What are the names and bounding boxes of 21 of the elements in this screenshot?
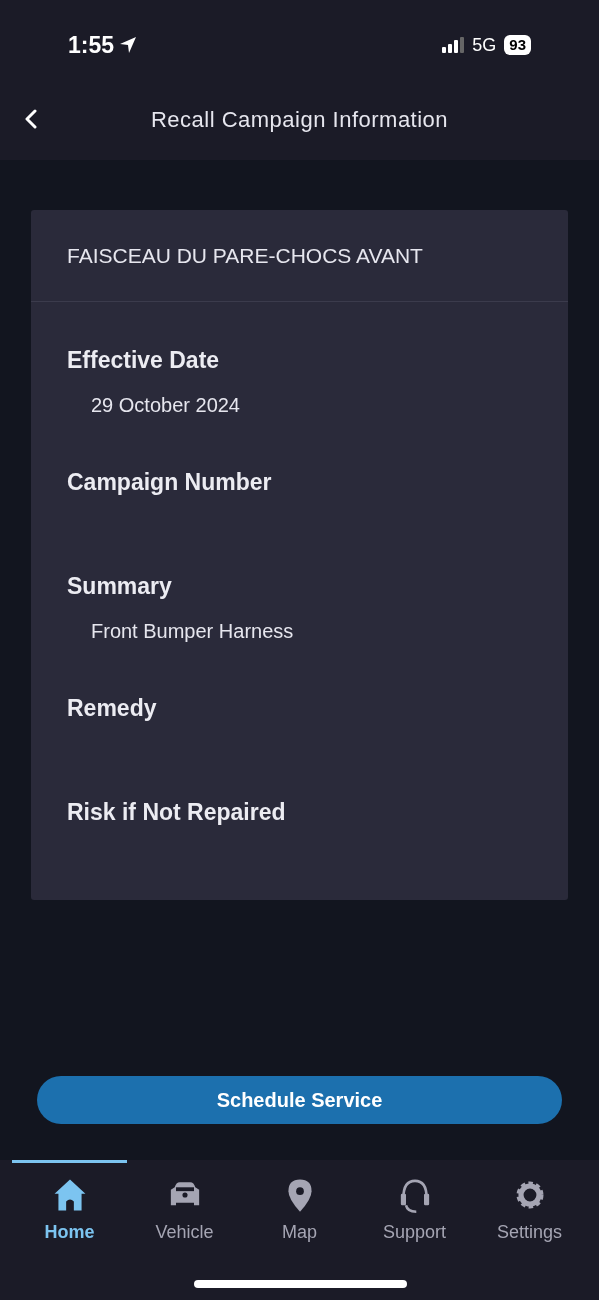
battery-indicator: 93 bbox=[504, 35, 531, 55]
network-label: 5G bbox=[472, 33, 497, 57]
signal-icon bbox=[442, 37, 465, 53]
tab[interactable]: Home bbox=[12, 1160, 127, 1246]
location-arrow-icon bbox=[118, 35, 139, 55]
card-title: FAISCEAU DU PARE-CHOCS AVANT bbox=[67, 242, 423, 269]
field-label: Campaign Number bbox=[67, 468, 273, 497]
tab[interactable]: Vehicle bbox=[127, 1160, 242, 1246]
tab[interactable]: Settings bbox=[472, 1160, 587, 1246]
field-label: Effective Date bbox=[67, 346, 221, 375]
field-label: Risk if Not Repaired bbox=[67, 798, 287, 827]
tab[interactable]: Support bbox=[357, 1160, 472, 1246]
field-label: Summary bbox=[67, 572, 173, 601]
field-label: Remedy bbox=[67, 694, 158, 723]
field-value: 29 October 2024 bbox=[90, 393, 241, 418]
back-icon[interactable] bbox=[24, 109, 38, 129]
status-time: 1:55 bbox=[68, 30, 115, 60]
field-value: Front Bumper Harness bbox=[90, 619, 295, 644]
page-title: Recall Campaign Information bbox=[150, 105, 449, 134]
schedule-service-button[interactable]: Schedule Service bbox=[37, 1076, 562, 1124]
tab[interactable]: Map bbox=[242, 1160, 357, 1246]
